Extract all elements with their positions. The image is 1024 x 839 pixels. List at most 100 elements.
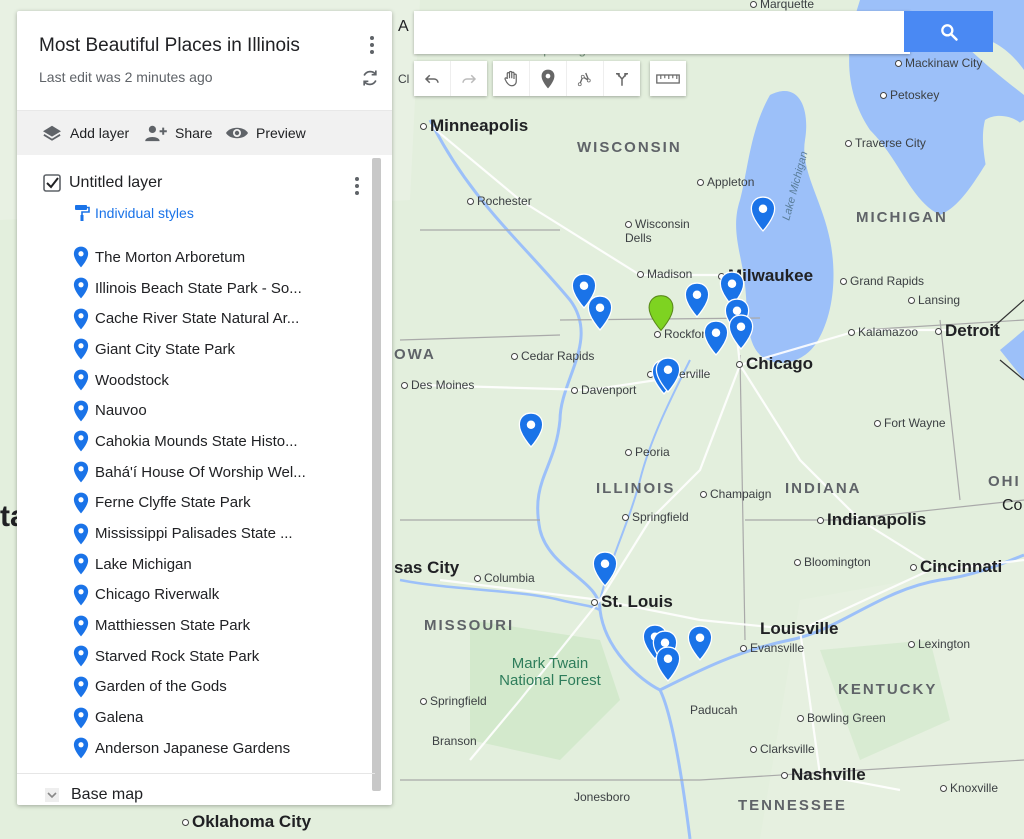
select-tool[interactable] [493,61,530,96]
city-davenport: Davenport [571,383,636,397]
place-name: Anderson Japanese Gardens [95,739,291,757]
place-list-item[interactable]: Garden of the Gods [73,672,306,703]
preview-button[interactable]: Preview [225,121,306,145]
place-list-item[interactable]: Matthiessen State Park [73,610,306,641]
ruler-icon [656,73,680,84]
city-co: Co [1002,497,1023,514]
city-lansing: Lansing [908,293,960,307]
add-marker-tool[interactable] [530,61,567,96]
individual-styles-label: Individual styles [95,205,194,221]
city-cedar-rapids: Cedar Rapids [511,349,594,363]
eye-icon [226,127,248,139]
individual-styles-button[interactable]: Individual styles [73,204,194,222]
directions-icon [616,72,628,86]
sync-icon[interactable] [360,68,380,88]
base-map-section[interactable]: Base map [17,773,375,805]
city-traverse-city: Traverse City [845,136,926,150]
place-list-item[interactable]: Lake Michigan [73,549,306,580]
state-label-kentucky: KENTUCKY [838,681,938,698]
map-marker-icon[interactable] [703,320,729,356]
place-list-item[interactable]: The Morton Arboretum [73,242,306,273]
city-grand-rapids: Grand Rapids [840,274,924,288]
place-list: The Morton Arboretum Illinois Beach State… [73,242,306,764]
map-marker-icon[interactable] [518,412,544,448]
edit-tools-group [493,61,640,96]
city-fort-wayne: Fort Wayne [874,416,946,430]
place-list-item[interactable]: Anderson Japanese Gardens [73,733,306,764]
place-name: Nauvoo [95,402,147,420]
city-minneapolis: Minneapolis [420,116,528,136]
search-input[interactable] [414,11,910,54]
layer-options-button[interactable] [353,174,361,196]
redo-button[interactable] [451,61,487,96]
map-pin-icon [73,553,89,575]
place-list-item[interactable]: Mississippi Palisades State ... [73,518,306,549]
place-list-item[interactable]: Chicago Riverwalk [73,580,306,611]
place-list-item[interactable]: Nauvoo [73,395,306,426]
layer-scrollbar[interactable] [372,158,381,791]
expand-base-map-icon[interactable] [45,788,59,802]
draw-line-icon [577,72,591,86]
directions-tool[interactable] [604,61,640,96]
city-louisville: Louisville [760,619,839,638]
place-list-item[interactable]: Galena [73,702,306,733]
measure-group [650,61,686,96]
paint-roller-icon [75,205,90,221]
state-label-ohio: OHI [988,473,1021,490]
place-list-item[interactable]: Giant City State Park [73,334,306,365]
undo-button[interactable] [414,61,451,96]
map-marker-icon[interactable] [687,625,713,661]
map-marker-icon[interactable] [655,357,681,393]
map-pin-icon [73,645,89,667]
map-pin-icon [73,492,89,514]
layer-name[interactable]: Untitled layer [69,174,162,192]
city-oklahoma-city: Oklahoma City [182,812,311,832]
map-panel: Most Beautiful Places in Illinois Last e… [17,11,392,805]
marker-icon [541,69,555,88]
measure-tool[interactable] [650,61,686,96]
map-marker-icon[interactable] [587,295,613,331]
city-kalamazoo: Kalamazoo [848,325,918,339]
place-name: Chicago Riverwalk [95,586,220,604]
map-pin-icon [73,676,89,698]
add-layer-button[interactable]: Add layer [41,121,129,145]
base-map-label: Base map [71,786,144,803]
place-list-item[interactable]: Woodstock [73,365,306,396]
map-pin-icon [73,369,89,391]
layers-icon [43,125,61,141]
city-peoria: Peoria [625,445,670,459]
place-list-item[interactable]: Cache River State Natural Ar... [73,303,306,334]
state-label-michigan: MICHIGAN [856,209,948,226]
map-title[interactable]: Most Beautiful Places in Illinois [39,35,300,57]
more-vert-icon [353,177,361,195]
place-list-item[interactable]: Starved Rock State Park [73,641,306,672]
place-list-item[interactable]: Bahá'í House Of Worship Wel... [73,457,306,488]
more-vert-icon [368,36,376,54]
state-label-iowa: OWA [394,346,436,363]
map-pin-icon [73,523,89,544]
map-marker-icon[interactable] [728,314,754,350]
layer-visibility-checkbox[interactable] [43,174,61,192]
city-appleton: Appleton [697,175,754,189]
map-marker-icon[interactable] [750,196,776,232]
forest-label: Mark Twain National Forest [499,655,601,689]
draw-line-tool[interactable] [567,61,604,96]
place-name: Giant City State Park [95,340,236,358]
map-options-button[interactable] [368,33,376,55]
place-name: Cahokia Mounds State Histo... [95,432,298,450]
selected-marker-icon[interactable] [648,294,674,332]
map-marker-icon[interactable] [655,646,681,682]
search-button[interactable] [904,11,993,52]
place-list-item[interactable]: Illinois Beach State Park - So... [73,273,306,304]
map-pin-icon [73,584,89,606]
city-springfield-mo: Springfield [420,694,487,708]
place-list-item[interactable]: Cahokia Mounds State Histo... [73,426,306,457]
state-label-illinois: ILLINOIS [596,480,676,497]
place-list-item[interactable]: Ferne Clyffe State Park [73,488,306,519]
city-detroit: Detroit [935,321,1000,341]
map-marker-icon[interactable] [592,551,618,587]
share-button[interactable]: Share [144,121,212,145]
place-name: Garden of the Gods [95,678,227,696]
map-marker-icon[interactable] [684,282,710,318]
hand-icon [504,70,517,86]
